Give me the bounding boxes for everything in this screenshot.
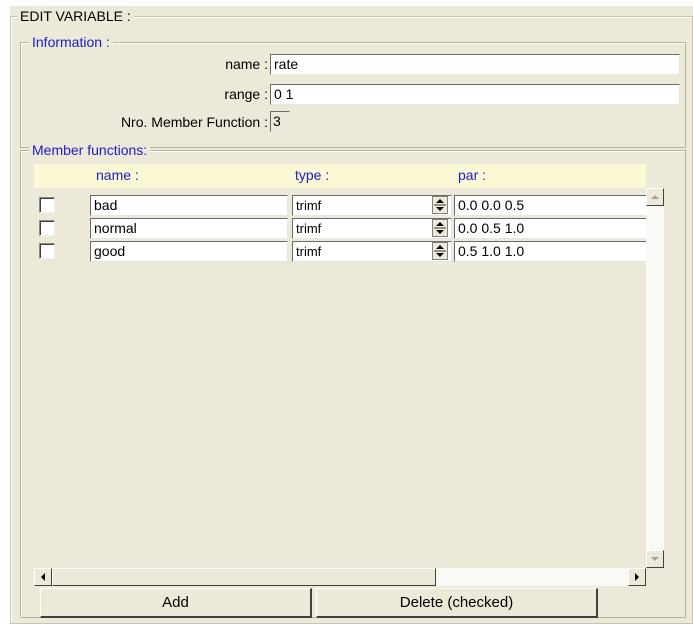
member-function-row: normal trimf 0.0 0.5 1.0 bbox=[34, 217, 646, 240]
edit-variable-title: EDIT VARIABLE : bbox=[17, 8, 134, 24]
scroll-up-icon[interactable] bbox=[646, 188, 664, 206]
delete-checked-button[interactable]: Delete (checked) bbox=[316, 588, 598, 618]
scroll-left-icon[interactable] bbox=[34, 568, 52, 586]
nro-member-function-value: 3 bbox=[270, 111, 290, 132]
member-function-name-field[interactable]: normal bbox=[90, 218, 288, 239]
variable-range-field[interactable]: 0 1 bbox=[270, 84, 680, 105]
horizontal-scrollbar[interactable] bbox=[34, 568, 646, 586]
member-function-type-field[interactable]: trimf bbox=[292, 241, 452, 262]
column-header-type: type : bbox=[295, 167, 330, 183]
vertical-scrollbar[interactable] bbox=[646, 188, 664, 568]
row-checkbox[interactable] bbox=[39, 197, 55, 213]
member-function-row: bad trimf 0.0 0.0 0.5 bbox=[34, 194, 646, 217]
spinner-icon[interactable] bbox=[432, 196, 448, 214]
variable-name-field[interactable]: rate bbox=[270, 54, 680, 75]
spinner-icon[interactable] bbox=[432, 219, 448, 237]
member-functions-header: name : type : par : bbox=[34, 164, 646, 188]
member-function-name-field[interactable]: bad bbox=[90, 195, 288, 216]
member-function-type-field[interactable]: trimf bbox=[292, 195, 452, 216]
scroll-right-icon[interactable] bbox=[628, 568, 646, 586]
horizontal-scroll-thumb[interactable] bbox=[52, 568, 436, 586]
member-functions-legend: Member functions: bbox=[29, 142, 151, 158]
member-function-type-field[interactable]: trimf bbox=[292, 218, 452, 239]
information-legend: Information : bbox=[29, 34, 113, 50]
member-functions-list: bad trimf 0.0 0.0 0.5 normal trimf 0.0 0… bbox=[34, 188, 646, 568]
edit-variable-panel: EDIT VARIABLE : Information : name : rat… bbox=[10, 6, 693, 624]
member-function-row: good trimf 0.5 1.0 1.0 bbox=[34, 240, 646, 263]
column-header-par: par : bbox=[458, 167, 487, 183]
member-function-name-field[interactable]: good bbox=[90, 241, 288, 262]
nro-member-function-label: Nro. Member Function : bbox=[120, 114, 268, 130]
member-function-par-field[interactable]: 0.0 0.5 1.0 bbox=[454, 218, 646, 239]
member-function-par-field[interactable]: 0.0 0.0 0.5 bbox=[454, 195, 646, 216]
member-function-par-field[interactable]: 0.5 1.0 1.0 bbox=[454, 241, 646, 262]
spinner-icon[interactable] bbox=[432, 242, 448, 260]
scroll-down-icon[interactable] bbox=[646, 550, 664, 568]
name-label: name : bbox=[225, 56, 268, 72]
row-checkbox[interactable] bbox=[39, 220, 55, 236]
row-checkbox[interactable] bbox=[39, 243, 55, 259]
add-button[interactable]: Add bbox=[40, 588, 312, 618]
range-label: range : bbox=[224, 86, 268, 102]
column-header-name: name : bbox=[96, 167, 139, 183]
